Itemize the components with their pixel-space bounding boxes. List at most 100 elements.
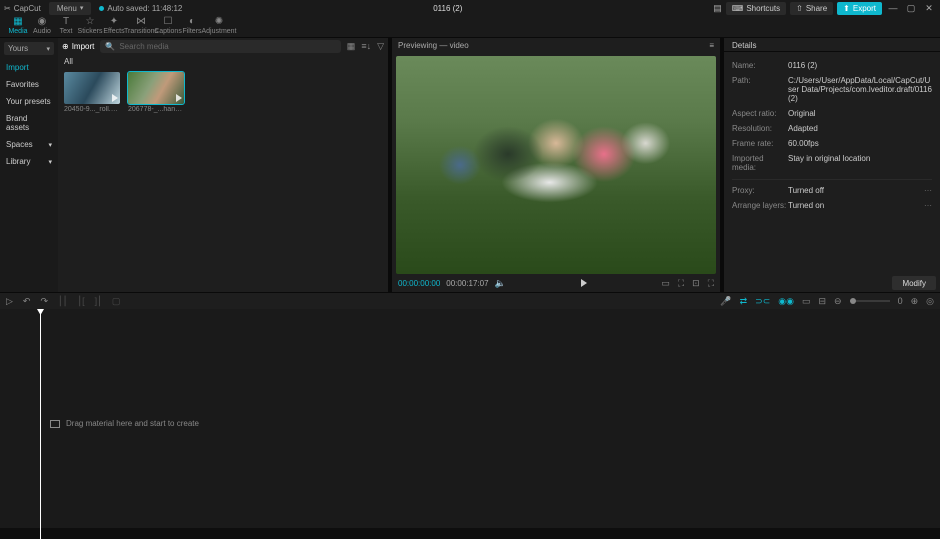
project-title: 0116 (2) <box>182 4 713 13</box>
detail-label: Resolution: <box>732 124 788 133</box>
detail-label: Arrange layers: <box>732 201 788 210</box>
logo-icon: ✂ <box>4 4 11 13</box>
pointer-tool[interactable]: ▷ <box>6 296 13 307</box>
detail-label: Imported media: <box>732 154 788 172</box>
share-button[interactable]: ⇧Share <box>790 2 833 15</box>
filter-all[interactable]: All <box>58 54 388 68</box>
app-logo: ✂ CapCut <box>4 4 41 13</box>
clip-icon <box>50 420 60 428</box>
fit-icon[interactable]: ⛶ <box>678 278 684 289</box>
detail-value: Original <box>788 109 932 118</box>
zoom-slider[interactable] <box>850 300 890 302</box>
adjustment-icon: ✺ <box>215 17 223 27</box>
audio-icon: ◉ <box>38 17 47 27</box>
tab-adjustment[interactable]: ✺Adjustment <box>204 17 234 37</box>
tab-filters[interactable]: ◐Filters <box>180 17 204 37</box>
media-thumb[interactable]: 206778-_...han.mp4 <box>128 72 184 113</box>
transitions-icon: ⋈ <box>136 17 146 27</box>
play-overlay-icon <box>176 94 182 102</box>
fit-timeline-icon[interactable]: ◎ <box>926 296 934 307</box>
preview-panel: Previewing — video ≡ 00:00:00:00 00:00:1… <box>392 38 720 292</box>
modify-button[interactable]: Modify <box>892 276 936 290</box>
effects-icon: ✦ <box>110 17 118 27</box>
preview-menu-icon[interactable]: ≡ <box>709 41 714 50</box>
import-icon: ⊕ <box>62 42 69 51</box>
media-panel: Yours▾ Import Favorites Your presets Bra… <box>0 38 388 292</box>
detail-value: Adapted <box>788 124 932 133</box>
shortcuts-button[interactable]: ⌨Shortcuts <box>726 2 786 15</box>
ratio-icon[interactable]: ▭ <box>661 278 670 289</box>
status-dot-icon <box>99 6 104 11</box>
stickers-icon: ☆ <box>86 17 95 27</box>
export-icon: ⬆ <box>843 4 850 13</box>
detail-value: C:/Users/User/AppData/Local/CapCut/User … <box>788 76 932 103</box>
search-icon: 🔍 <box>105 42 115 51</box>
sidebar-item-library[interactable]: Library▾ <box>0 153 58 170</box>
tab-transitions[interactable]: ⋈Transitions <box>126 17 156 37</box>
autosave-status: Auto saved: 11:48:12 <box>99 4 182 13</box>
detail-label: Aspect ratio: <box>732 109 788 118</box>
detail-label: Proxy: <box>732 186 788 195</box>
more-icon[interactable]: ⋯ <box>924 201 932 210</box>
sidebar-item-brand[interactable]: Brand assets <box>0 110 58 136</box>
delete-tool[interactable]: ▢ <box>112 296 121 307</box>
track-toggle-icon[interactable]: ⊟ <box>818 296 826 307</box>
mic-icon[interactable]: 🎤 <box>720 296 731 307</box>
search-input[interactable]: 🔍Search media <box>100 40 340 53</box>
zoom-out-icon[interactable]: ⊖ <box>834 296 842 307</box>
zoom-in-icon[interactable]: ⊕ <box>911 296 919 307</box>
link-icon[interactable]: ⇄ <box>740 296 748 307</box>
timeline-ruler[interactable] <box>0 309 940 319</box>
more-icon[interactable]: ⋯ <box>924 186 932 195</box>
tab-media[interactable]: ▦Media <box>6 17 30 37</box>
sidebar-item-presets[interactable]: Your presets <box>0 93 58 110</box>
close-button[interactable]: ✕ <box>922 3 936 14</box>
source-select[interactable]: Yours▾ <box>4 42 54 55</box>
fullscreen-icon[interactable]: ⛶ <box>708 278 714 289</box>
grid-view-icon[interactable]: ▦ <box>347 41 356 52</box>
preview-toggle-icon[interactable]: ▭ <box>802 296 811 307</box>
tab-stickers[interactable]: ☆Stickers <box>78 17 102 37</box>
minimize-button[interactable]: — <box>886 3 900 13</box>
tab-audio[interactable]: ◉Audio <box>30 17 54 37</box>
timecode-total: 00:00:17:07 <box>446 279 488 288</box>
zoom-icon[interactable]: ⊡ <box>692 278 700 289</box>
details-heading: Details <box>724 38 940 52</box>
drop-hint: Drag material here and start to create <box>50 419 199 428</box>
detail-label: Frame rate: <box>732 139 788 148</box>
undo-button[interactable]: ↶ <box>23 296 31 307</box>
play-button[interactable] <box>581 279 587 287</box>
redo-button[interactable]: ↷ <box>40 296 48 307</box>
sidebar-item-spaces[interactable]: Spaces▾ <box>0 136 58 153</box>
sidebar-item-import[interactable]: Import <box>0 59 58 76</box>
tool-tabs: ▦Media ◉Audio TText ☆Stickers ✦Effects ⋈… <box>0 16 940 38</box>
tab-effects[interactable]: ✦Effects <box>102 17 126 37</box>
review-icon[interactable]: ▤ <box>713 3 722 14</box>
media-icon: ▦ <box>13 17 22 27</box>
text-icon: T <box>63 17 69 27</box>
sidebar-item-favorites[interactable]: Favorites <box>0 76 58 93</box>
tab-captions[interactable]: ☐Captions <box>156 17 180 37</box>
detail-value: Stay in original location <box>788 154 932 172</box>
menu-button[interactable]: Menu▾ <box>49 2 92 15</box>
detail-value: Turned on <box>788 201 924 210</box>
split-tool[interactable]: ⎮⎮ <box>58 296 67 307</box>
title-bar: ✂ CapCut Menu▾ Auto saved: 11:48:12 0116… <box>0 0 940 16</box>
sort-icon[interactable]: ≡↓ <box>361 41 371 52</box>
preview-viewport[interactable] <box>396 56 716 274</box>
media-thumb[interactable]: 20450-9..._roll.mp4 <box>64 72 120 113</box>
maximize-button[interactable]: ▢ <box>904 3 918 14</box>
snap-icon[interactable]: ◉◉ <box>778 296 794 307</box>
import-button[interactable]: ⊕Import <box>62 42 94 51</box>
filter-icon[interactable]: ▽ <box>377 41 384 52</box>
chevron-down-icon: ▾ <box>80 4 84 12</box>
timeline-tracks[interactable]: Drag material here and start to create <box>0 319 940 528</box>
delete-left-tool[interactable]: ⎮[ <box>77 296 84 307</box>
tab-text[interactable]: TText <box>54 17 78 37</box>
export-button[interactable]: ⬆Export <box>837 2 882 15</box>
chevron-down-icon: ▾ <box>46 45 50 53</box>
chevron-down-icon: ▾ <box>48 158 52 166</box>
delete-right-tool[interactable]: ]⎮ <box>95 296 102 307</box>
volume-icon[interactable]: 🔈 <box>495 278 506 289</box>
magnet-icon[interactable]: ⊃⊂ <box>755 296 770 307</box>
